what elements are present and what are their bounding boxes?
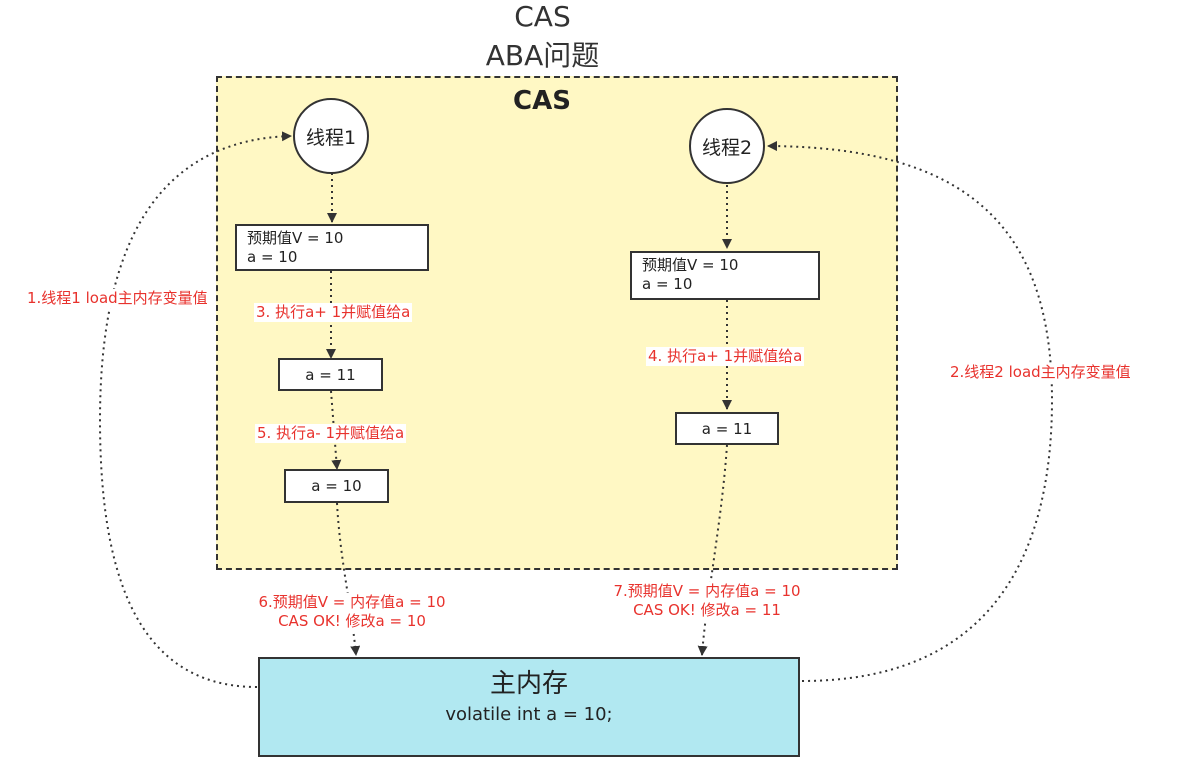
thread1-a-value: a = 10 (247, 248, 298, 266)
thread2-a-value: a = 10 (642, 275, 693, 293)
thread2-node: 线程2 (689, 108, 765, 184)
step6-line2: CAS OK! 修改a = 10 (278, 612, 426, 630)
step4-label: 4. 执行a+ 1并赋值给a (646, 347, 805, 366)
thread1-node: 线程1 (293, 98, 369, 174)
main-memory-box: 主内存 volatile int a = 10; (258, 657, 800, 757)
thread1-label: 线程1 (305, 126, 357, 149)
connector-layer (98, 131, 1054, 688)
load-thread2-label: 2.线程2 load主内存变量值 (948, 363, 1133, 382)
thread2-expected-box: 预期值V = 10 a = 10 (630, 251, 820, 300)
step6-label: 6.预期值V = 内存值a = 10 CAS OK! 修改a = 10 (252, 593, 452, 631)
step5-label: 5. 执行a- 1并赋值给a (255, 424, 407, 443)
thread2-inc-box: a = 11 (675, 412, 779, 445)
main-memory-title: 主内存 (489, 669, 568, 699)
thread2-inc-value: a = 11 (701, 419, 753, 438)
load-thread1-label: 1.线程1 load主内存变量值 (25, 289, 210, 308)
step7-line2: CAS OK! 修改a = 11 (633, 601, 781, 619)
edge-thread2-to-memory (697, 444, 728, 656)
main-memory-code: volatile int a = 10; (445, 704, 613, 725)
step6-line1: 6.预期值V = 内存值a = 10 (258, 593, 446, 611)
step3-label: 3. 执行a+ 1并赋值给a (254, 303, 413, 322)
thread1-dec-value: a = 10 (311, 477, 362, 495)
step7-label: 7.预期值V = 内存值a = 10 CAS OK! 修改a = 11 (607, 582, 807, 620)
thread1-inc-value: a = 11 (305, 365, 356, 384)
thread1-expected-box: 预期值V = 10 a = 10 (235, 224, 429, 271)
thread1-expected-value: 预期值V = 10 (247, 229, 344, 247)
thread1-dec-box: a = 10 (284, 469, 389, 503)
thread2-label: 线程2 (701, 136, 753, 159)
edge-memory-load-thread2 (767, 141, 1054, 682)
edge-thread1-to-memory (336, 502, 361, 656)
thread2-expected-value: 预期值V = 10 (642, 256, 739, 274)
step7-line1: 7.预期值V = 内存值a = 10 (613, 582, 801, 600)
thread1-inc-box: a = 11 (278, 358, 383, 391)
